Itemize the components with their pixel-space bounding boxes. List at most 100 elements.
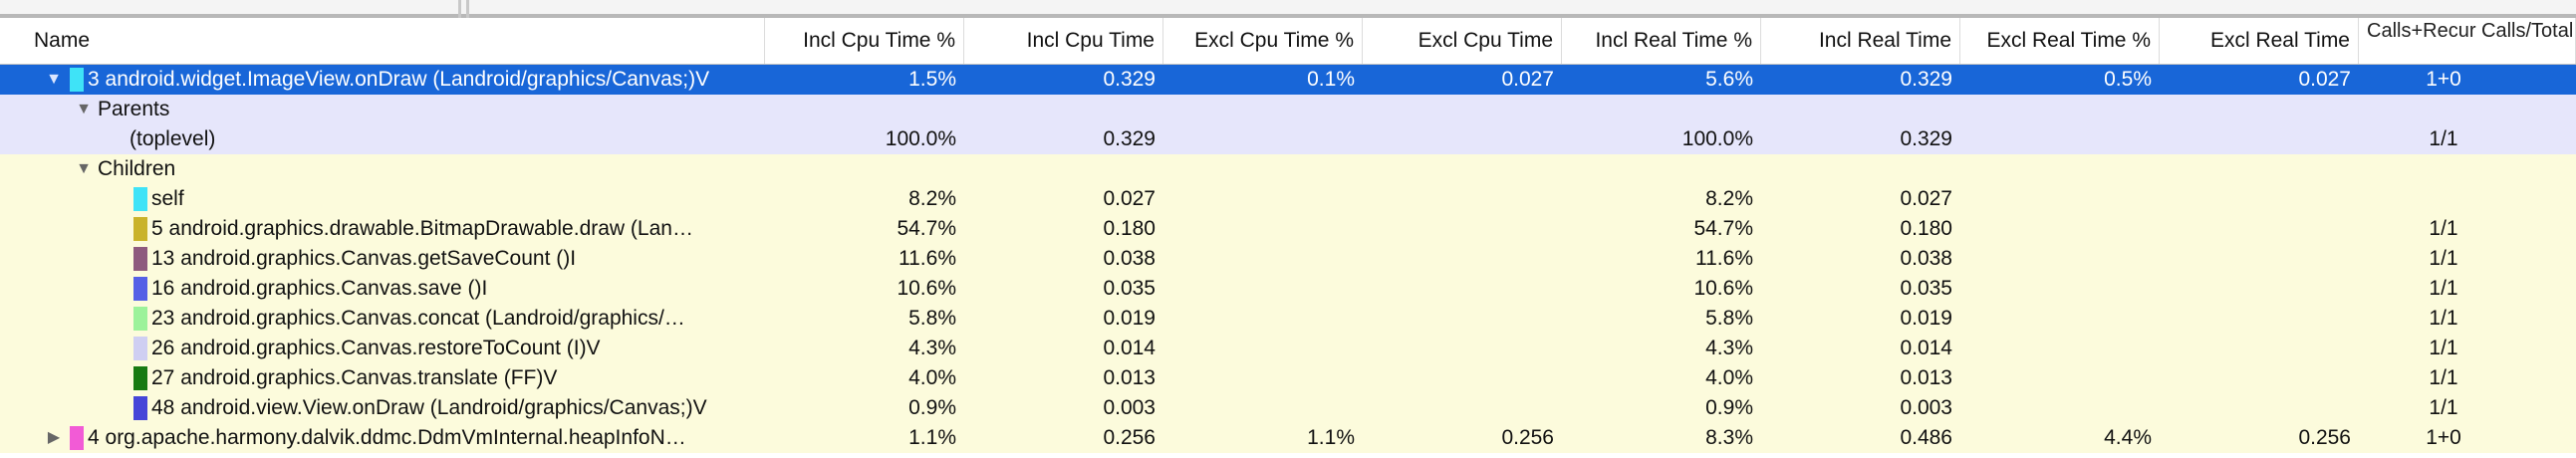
profile-table-header: Name Incl Cpu Time % Incl Cpu Time Excl Cpu… [0,18,2576,65]
table-row[interactable]: 16 android.graphics.Canvas.save ()I 10.6%… [0,274,2576,304]
excl-cpu-pct-cell: 1.1% [1307,426,1355,449]
calls-cell: 1/1 [2429,396,2458,419]
method-name: 26 android.graphics.Canvas.restoreToCoun… [151,337,601,359]
name-cell: 48 android.view.View.onDraw (Landroid/gr… [0,393,765,423]
name-cell: ▶ 4 org.apache.harmony.dalvik.ddmc.DdmVmI… [0,423,765,453]
method-color-swatch [133,217,147,241]
calls-cell: 1/1 [2429,307,2458,330]
method-name: 4 org.apache.harmony.dalvik.ddmc.DdmVmIn… [88,426,686,449]
incl-cpu-pct-cell: 4.3% [908,337,956,359]
column-header-calls[interactable]: Calls+Recur Calls/Total [2359,18,2576,64]
table-row[interactable]: (toplevel) 100.0% 0.329 100.0% 0.329 1/1 [0,124,2576,154]
name-cell: ▼ 3 android.widget.ImageView.onDraw (Land… [0,65,765,95]
splitter-handle[interactable] [466,0,469,18]
top-toolbar-strip [0,0,2576,19]
table-row[interactable]: 26 android.graphics.Canvas.restoreToCoun… [0,334,2576,363]
incl-cpu-cell: 0.014 [1103,337,1156,359]
excl-cpu-cell: 0.256 [1501,426,1554,449]
excl-real-pct-cell: 0.5% [2104,68,2152,91]
calls-cell: 1/1 [2429,277,2458,300]
column-header-incl-real[interactable]: Incl Real Time [1761,18,1960,64]
incl-real-cell: 0.014 [1900,337,1952,359]
table-row[interactable]: self 8.2% 0.027 8.2% 0.027 [0,184,2576,214]
incl-cpu-pct-cell: 11.6% [899,247,956,270]
incl-cpu-cell: 0.003 [1103,396,1156,419]
incl-cpu-pct-cell: 100.0% [885,127,956,150]
table-row[interactable]: 48 android.view.View.onDraw (Landroid/gr… [0,393,2576,423]
collapse-triangle-icon[interactable]: ▼ [74,95,94,124]
table-row[interactable]: 13 android.graphics.Canvas.getSaveCount … [0,244,2576,274]
excl-real-cell: 0.256 [2298,426,2351,449]
method-name: 23 android.graphics.Canvas.concat (Landr… [151,307,685,330]
incl-cpu-cell: 0.329 [1103,127,1156,150]
incl-cpu-cell: 0.180 [1103,217,1156,240]
table-row[interactable]: 5 android.graphics.drawable.BitmapDrawab… [0,214,2576,244]
excl-real-cell: 0.027 [2298,68,2351,91]
name-cell: ▼ Children [0,154,765,184]
column-header-excl-cpu-pct[interactable]: Excl Cpu Time % [1163,18,1363,64]
method-name: 3 android.widget.ImageView.onDraw (Landr… [88,68,710,91]
expand-triangle-icon[interactable]: ▶ [44,423,64,453]
incl-real-pct-cell: 5.6% [1705,68,1753,91]
incl-real-pct-cell: 8.3% [1705,426,1753,449]
method-color-swatch [70,68,84,92]
table-row[interactable]: 23 android.graphics.Canvas.concat (Landr… [0,304,2576,334]
incl-real-pct-cell: 11.6% [1695,247,1753,270]
calls-cell: 1/1 [2429,337,2458,359]
incl-real-cell: 0.038 [1900,247,1952,270]
incl-real-cell: 0.019 [1900,307,1952,330]
incl-cpu-pct-cell: 8.2% [908,187,956,210]
incl-real-cell: 0.027 [1900,187,1952,210]
column-header-excl-cpu[interactable]: Excl Cpu Time [1363,18,1562,64]
column-header-incl-real-pct[interactable]: Incl Real Time % [1562,18,1761,64]
incl-cpu-pct-cell: 10.6% [897,277,956,300]
incl-cpu-pct-cell: 5.8% [908,307,956,330]
method-color-swatch [133,396,147,420]
tree-group-children[interactable]: ▼ Children [0,154,2576,184]
column-header-incl-cpu-pct[interactable]: Incl Cpu Time % [765,18,964,64]
table-row[interactable]: ▶ 4 org.apache.harmony.dalvik.ddmc.DdmVmI… [0,423,2576,453]
collapse-triangle-icon[interactable]: ▼ [44,65,64,95]
name-cell: 16 android.graphics.Canvas.save ()I [0,274,765,304]
column-header-excl-real-pct[interactable]: Excl Real Time % [1960,18,2160,64]
excl-real-pct-cell: 4.4% [2104,426,2152,449]
incl-real-pct-cell: 0.9% [1705,396,1753,419]
name-cell: 27 android.graphics.Canvas.translate (FF… [0,363,765,393]
splitter-handle[interactable] [458,0,461,18]
calls-cell: 1/1 [2429,366,2458,389]
collapse-triangle-icon[interactable]: ▼ [74,154,94,184]
name-cell: self [0,184,765,214]
column-header-name[interactable]: Name [0,18,765,64]
incl-cpu-cell: 0.027 [1103,187,1156,210]
method-name: Children [98,157,176,180]
name-cell: ▼ Parents [0,95,765,124]
column-header-excl-real[interactable]: Excl Real Time [2160,18,2359,64]
method-color-swatch [133,187,147,211]
method-color-swatch [133,366,147,390]
incl-real-pct-cell: 100.0% [1681,127,1753,150]
name-cell: 13 android.graphics.Canvas.getSaveCount … [0,244,765,274]
tree-group-parents[interactable]: ▼ Parents [0,95,2576,124]
method-color-swatch [133,247,147,271]
column-header-incl-cpu[interactable]: Incl Cpu Time [964,18,1163,64]
calls-cell: 1+0 [2426,426,2461,449]
incl-cpu-cell: 0.329 [1103,68,1156,91]
method-name: 48 android.view.View.onDraw (Landroid/gr… [151,396,707,419]
method-name: 16 android.graphics.Canvas.save ()I [151,277,488,300]
excl-cpu-cell: 0.027 [1501,68,1554,91]
calls-cell: 1/1 [2429,217,2458,240]
incl-real-cell: 0.013 [1900,366,1952,389]
name-cell: 26 android.graphics.Canvas.restoreToCoun… [0,334,765,363]
incl-real-cell: 0.329 [1900,127,1952,150]
excl-cpu-pct-cell: 0.1% [1307,68,1355,91]
name-cell: 5 android.graphics.drawable.BitmapDrawab… [0,214,765,244]
table-row[interactable]: 27 android.graphics.Canvas.translate (FF… [0,363,2576,393]
incl-cpu-cell: 0.013 [1103,366,1156,389]
incl-real-pct-cell: 8.2% [1705,187,1753,210]
incl-cpu-pct-cell: 54.7% [897,217,956,240]
table-row[interactable]: ▼ 3 android.widget.ImageView.onDraw (Land… [0,65,2576,95]
incl-real-pct-cell: 4.0% [1705,366,1753,389]
method-name: (toplevel) [129,127,216,150]
name-cell: 23 android.graphics.Canvas.concat (Landr… [0,304,765,334]
method-color-swatch [133,337,147,360]
